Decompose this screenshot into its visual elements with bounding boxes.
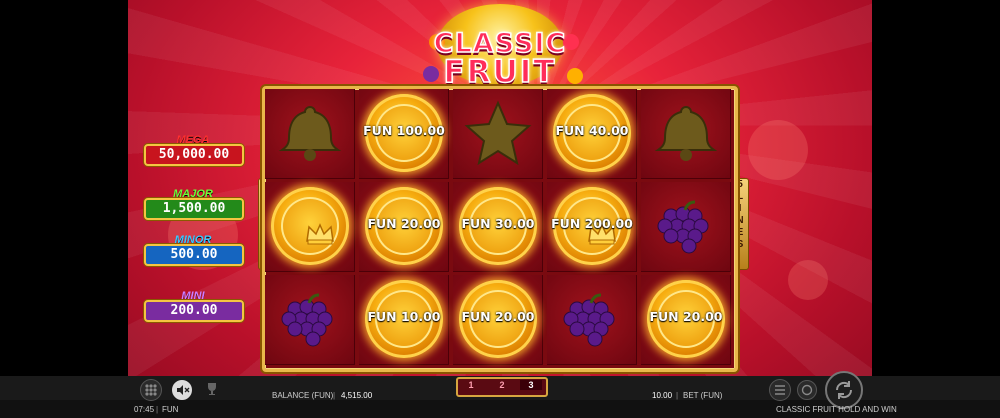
reel-cell [641,182,731,272]
bonus-coin: FUN 40.00 [553,94,631,172]
status-separator: | [156,405,159,414]
balance-label: BALANCE (FUN) [272,391,334,400]
grapes-icon [657,200,709,254]
reel-cell [265,275,355,365]
bokeh-light [748,120,808,180]
trophy-button[interactable] [204,381,220,397]
reel-cell: FUN 40.00 [547,89,637,179]
coin-value: FUN 20.00 [367,216,441,231]
coin-value: FUN 20.00 [461,309,535,324]
page-button-3[interactable]: 3 [520,380,542,390]
mute-icon [177,385,190,395]
bonus-coin: FUN 20.00 [459,280,537,358]
reel-cell: FUN 10.00 [359,275,449,365]
jackpot-major: MAJOR 1,500.00 [140,188,246,220]
coin-value: FUN 40.00 [555,123,629,138]
autoplay-button[interactable] [797,380,817,400]
sound-toggle-button[interactable] [172,380,192,400]
bet-label: BET (FUN) [683,391,723,400]
balance-separator: | [333,391,336,400]
reel-cell: FUN 20.00 [453,275,543,365]
spin-arrows-icon [835,381,853,399]
jackpot-mega: MEGA 50,000.00 [140,134,246,166]
game-name: CLASSIC FRUIT HOLD AND WIN [776,405,897,414]
bet-value: 10.00 [652,391,673,400]
settings-menu-button[interactable] [769,379,791,401]
coin-value: FUN 30.00 [461,216,535,231]
bell-icon [278,105,342,161]
page-button-1[interactable]: 1 [460,380,482,390]
bell-icon [654,105,718,161]
grapes-icon [281,293,333,347]
crown-icon [306,223,334,245]
bet-separator: | [676,391,679,400]
reel-cell: FUN 100.00 [359,89,449,179]
reel-cell: FUN 20.00 [359,182,449,272]
hamburger-icon [775,385,785,395]
balance-value: 4,515.00 [341,391,373,400]
bonus-coin: FUN 20.00 [647,280,725,358]
star-icon [464,100,532,166]
clock: 07:45 [134,405,155,414]
reel-grid: FUN 100.00 FUN 40.00 FUN 20.00 FUN 30.00 FUN… [262,86,738,372]
bonus-coin: FUN 20.00 [365,187,443,265]
jackpot-value: 500.00 [144,244,244,266]
jackpot-value: 1,500.00 [144,198,244,220]
jackpot-minor: MINOR 500.00 [140,234,246,266]
reel-cell: FUN 200.00 [547,182,637,272]
reel-cell: FUN 30.00 [453,182,543,272]
autoplay-icon [801,384,813,396]
coin-value: FUN 10.00 [367,309,441,324]
jackpot-value: 50,000.00 [144,144,244,166]
grapes-icon [563,293,615,347]
trophy-icon [208,383,216,395]
logo-title-line2: FRUIT [443,53,557,91]
bonus-coin: FUN 200.00 [551,187,633,265]
spin-button[interactable] [825,371,863,409]
grid-icon [145,384,157,396]
game-logo: CLASSIC FRUIT [417,4,583,91]
bonus-coin: FUN 100.00 [363,94,445,172]
page-button-2[interactable]: 2 [491,380,513,390]
coin-value: FUN 200.00 [551,216,633,231]
play-mode: FUN [162,405,179,414]
jackpot-value: 200.00 [144,300,244,322]
menu-grid-button[interactable] [140,379,162,401]
coin-value: FUN 20.00 [649,309,723,324]
bokeh-light [788,260,828,300]
bonus-coin [271,187,349,265]
reel-cell [265,89,355,179]
jackpot-mini: MINI 200.00 [140,290,246,322]
coin-inner [281,197,339,255]
page-selector: 1 2 3 [456,377,548,397]
reel-cell [547,275,637,365]
reel-cell [453,89,543,179]
reel-cell [641,89,731,179]
game-stage: CLASSIC FRUIT MEGA 50,000.00 MAJOR 1,500.00… [128,0,872,418]
coin-value: FUN 100.00 [363,123,445,138]
bonus-coin: FUN 10.00 [365,280,443,358]
reel-cell: FUN 20.00 [641,275,731,365]
reel-cell [265,182,355,272]
bonus-coin: FUN 30.00 [459,187,537,265]
